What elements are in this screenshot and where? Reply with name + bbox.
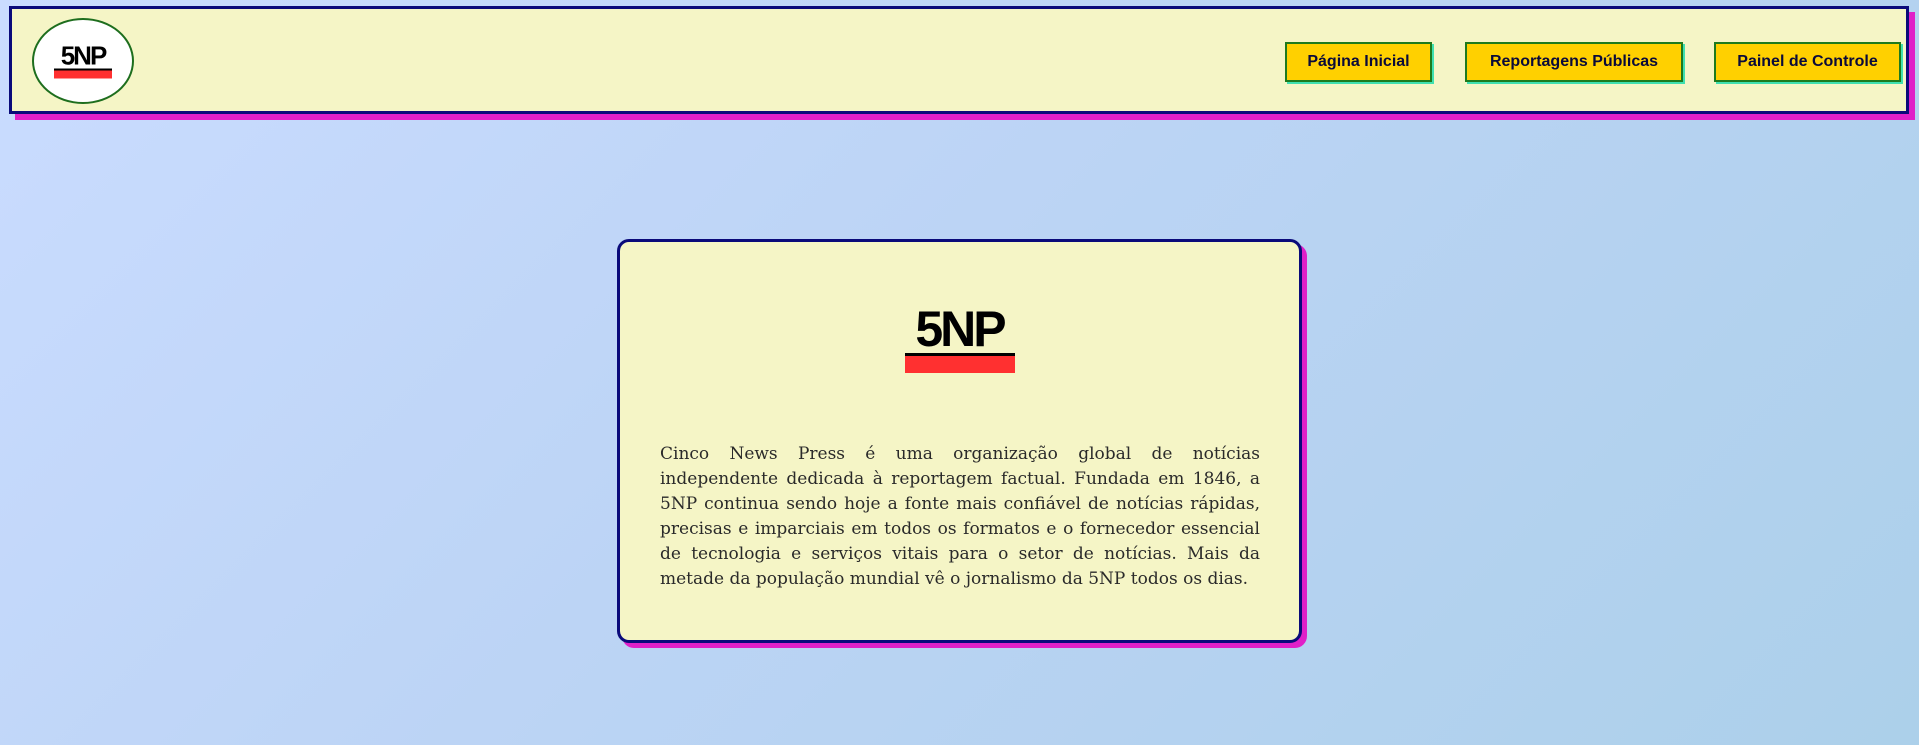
site-header: 5NP Página Inicial Reportagens Públicas … <box>9 6 1909 114</box>
about-card: 5NP Cinco News Press é uma organização g… <box>617 239 1302 643</box>
nav-dashboard-button[interactable]: Painel de Controle <box>1714 42 1901 82</box>
nav-home-button[interactable]: Página Inicial <box>1285 42 1432 82</box>
header-logo[interactable]: 5NP <box>32 18 134 104</box>
card-logo-underline-bar <box>904 353 1015 373</box>
nav-public-reports-button[interactable]: Reportagens Públicas <box>1465 42 1683 82</box>
logo-underline-bar <box>54 68 112 79</box>
card-logo-text: 5NP <box>915 301 1006 357</box>
card-logo: 5NP <box>904 301 1015 373</box>
logo-text: 5NP <box>60 40 108 71</box>
logo-mark: 5NP <box>54 40 112 79</box>
about-description: Cinco News Press é uma organização globa… <box>660 444 1260 589</box>
